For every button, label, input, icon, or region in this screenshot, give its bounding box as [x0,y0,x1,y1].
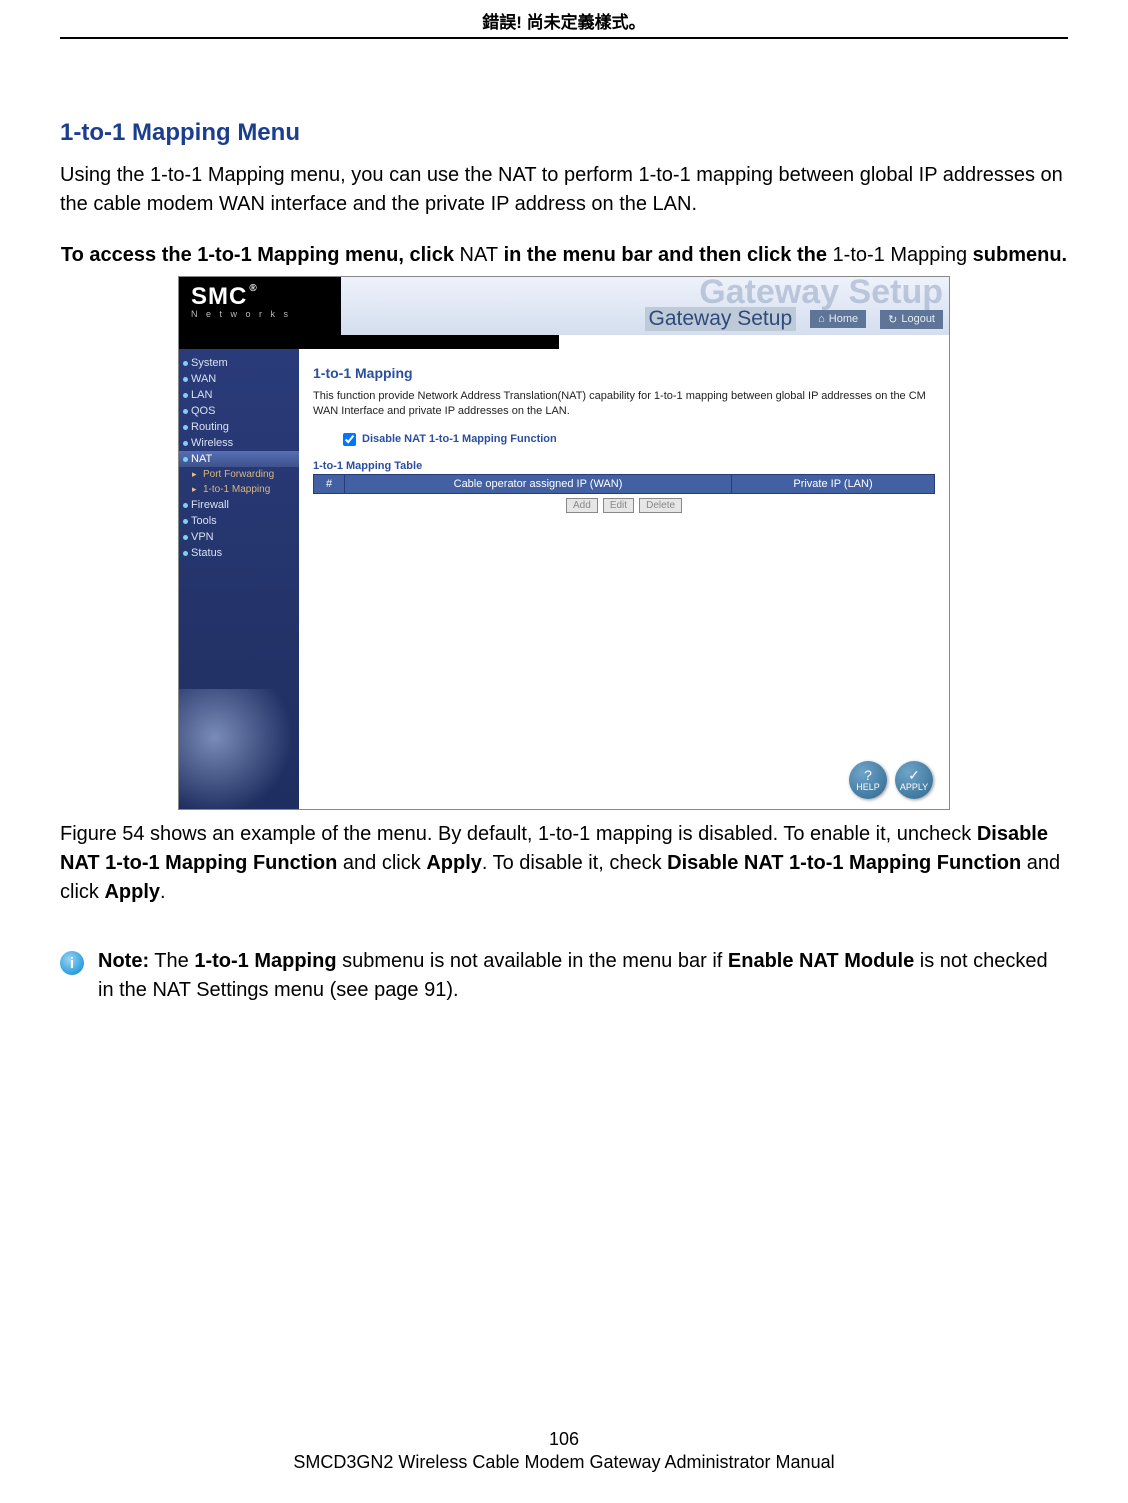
intro-paragraph: Using the 1-to-1 Mapping menu, you can u… [60,161,1068,219]
header-rule [60,37,1068,39]
shot-body: System WAN LAN QOS Routing Wireless NAT … [179,349,949,809]
sidebar-sub-1to1-mapping[interactable]: 1-to-1 Mapping [179,482,299,497]
delete-button[interactable]: Delete [639,498,682,513]
mapping-table: # Cable operator assigned IP (WAN) Priva… [313,474,935,494]
note-bold-1: 1-to-1 Mapping [194,950,336,972]
sidebar-sub-port-forwarding[interactable]: Port Forwarding [179,467,299,482]
add-button[interactable]: Add [566,498,598,513]
home-label: Home [829,313,858,325]
shot-header-right: Gateway Setup Gateway Setup ⌂ Home ↻ Logou… [341,277,949,335]
note-text: Note: The 1-to-1 Mapping submenu is not … [98,947,1068,1005]
fig-bold-2: Apply [426,852,482,874]
panel-description: This function provide Network Address Tr… [313,389,935,419]
smc-logo: SMC® N e t w o r k s [179,277,341,335]
note-row: i Note: The 1-to-1 Mapping submenu is no… [60,947,1068,1005]
note-2: submenu is not available in the menu bar… [337,950,728,972]
sidebar-item-nat[interactable]: NAT [179,451,299,467]
home-icon: ⌂ [818,313,825,325]
logo-text: SMC [191,283,247,311]
header-toolbar: Gateway Setup ⌂ Home ↻ Logout [645,307,943,331]
access-text-mid: in the menu bar and then click the [498,244,833,266]
apply-label: APPLY [900,782,928,792]
access-nat: NAT [460,244,499,266]
logout-label: Logout [901,313,935,325]
panel-title: 1-to-1 Mapping [313,365,935,381]
sidebar-item-firewall[interactable]: Firewall [179,497,299,513]
home-link[interactable]: ⌂ Home [810,310,866,328]
gateway-setup-title: Gateway Setup [645,307,797,331]
footer-title: SMCD3GN2 Wireless Cable Modem Gateway Ad… [0,1452,1128,1473]
fig-bold-3: Disable NAT 1-to-1 Mapping Function [667,852,1021,874]
note-1: The [149,950,194,972]
access-sub: 1-to-1 Mapping [833,244,968,266]
sidebar-item-qos[interactable]: QOS [179,403,299,419]
fig-mid-2: . To disable it, check [482,852,667,874]
fig-end: . [160,881,166,903]
sidebar-item-tools[interactable]: Tools [179,513,299,529]
edit-button[interactable]: Edit [603,498,634,513]
note-bold-2: Enable NAT Module [728,950,914,972]
shot-header: SMC® N e t w o r k s Gateway Setup Gatew… [179,277,949,335]
sidebar-item-vpn[interactable]: VPN [179,529,299,545]
page-number: 106 [0,1429,1128,1450]
shot-sidebar: System WAN LAN QOS Routing Wireless NAT … [179,349,299,809]
page-header-error: 錯誤! 尚未定義樣式。 [60,0,1068,37]
page-footer: 106 SMCD3GN2 Wireless Cable Modem Gatewa… [0,1429,1128,1473]
fig-text-1: Figure 54 shows an example of the menu. … [60,823,977,845]
access-text-pre: To access the 1-to-1 Mapping menu, click [61,244,460,266]
logout-link[interactable]: ↻ Logout [880,310,943,329]
access-text-post: submenu. [967,244,1067,266]
sidebar-item-system[interactable]: System [179,355,299,371]
fig-bold-4: Apply [104,881,160,903]
corner-buttons: ?HELP ✓APPLY [849,761,933,799]
apply-button[interactable]: ✓APPLY [895,761,933,799]
note-label: Note: [98,950,149,972]
fig-mid-1: and click [337,852,426,874]
sidebar-decoration [179,689,299,809]
black-strip [179,335,559,349]
table-col-lan: Private IP (LAN) [732,474,935,493]
disable-mapping-checkbox[interactable] [343,433,356,446]
mapping-table-title: 1-to-1 Mapping Table [313,460,935,472]
sidebar-item-lan[interactable]: LAN [179,387,299,403]
help-label: HELP [856,782,880,792]
disable-mapping-row: Disable NAT 1-to-1 Mapping Function [343,433,935,446]
sidebar-item-routing[interactable]: Routing [179,419,299,435]
help-button[interactable]: ?HELP [849,761,887,799]
table-col-index: # [314,474,345,493]
logo-reg: ® [249,283,257,294]
sidebar-item-status[interactable]: Status [179,545,299,561]
sidebar-item-wireless[interactable]: Wireless [179,435,299,451]
figure-paragraph: Figure 54 shows an example of the menu. … [60,820,1068,907]
table-button-row: Add Edit Delete [313,498,935,513]
help-icon: ? [864,768,872,782]
info-icon: i [60,951,84,975]
access-instructions: To access the 1-to-1 Mapping menu, click… [60,241,1068,270]
logout-icon: ↻ [888,313,897,326]
table-header-row: # Cable operator assigned IP (WAN) Priva… [314,474,935,493]
disable-mapping-label: Disable NAT 1-to-1 Mapping Function [362,433,557,445]
shot-main: 1-to-1 Mapping This function provide Net… [299,349,949,809]
apply-icon: ✓ [908,768,920,782]
logo-subtext: N e t w o r k s [191,309,331,319]
section-title: 1-to-1 Mapping Menu [60,119,1068,147]
sidebar-item-wan[interactable]: WAN [179,371,299,387]
table-col-wan: Cable operator assigned IP (WAN) [345,474,732,493]
embedded-screenshot: SMC® N e t w o r k s Gateway Setup Gatew… [178,276,950,810]
